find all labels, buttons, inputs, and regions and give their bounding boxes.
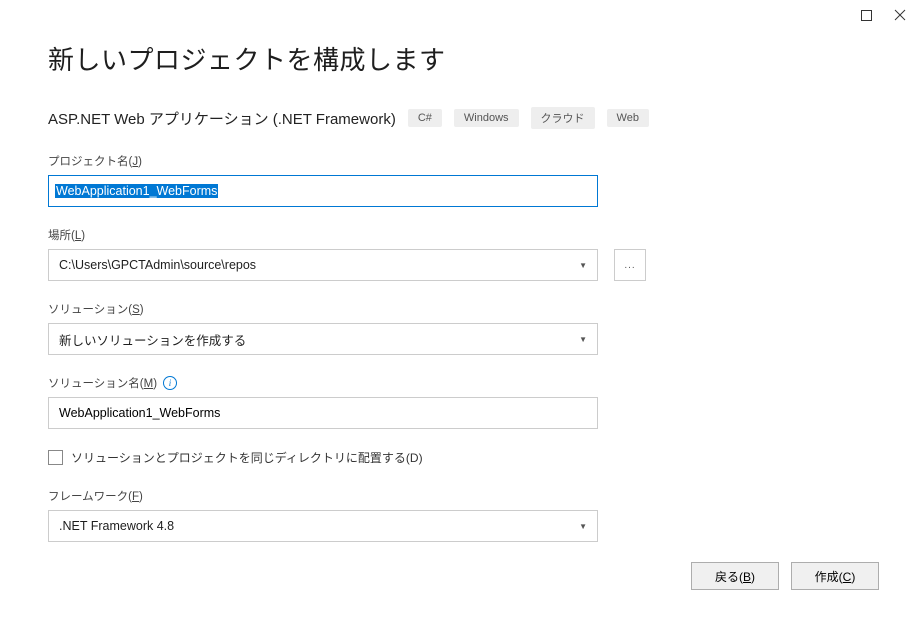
same-directory-label: ソリューションとプロジェクトを同じディレクトリに配置する(D) <box>71 449 423 466</box>
project-name-label: プロジェクト名(J) <box>48 153 871 169</box>
same-directory-checkbox[interactable] <box>48 450 63 465</box>
chevron-down-icon: ▼ <box>579 335 587 344</box>
tag-csharp: C# <box>408 109 442 127</box>
template-row: ASP.NET Web アプリケーション (.NET Framework) C#… <box>48 107 871 129</box>
solution-label: ソリューション(S) <box>48 301 871 317</box>
project-name-input[interactable]: WebApplication1_WebForms <box>48 175 598 207</box>
solution-combo[interactable]: 新しいソリューションを作成する ▼ <box>48 323 598 355</box>
solution-name-label: ソリューション名(M) i <box>48 375 871 391</box>
info-icon[interactable]: i <box>163 376 177 390</box>
framework-combo[interactable]: .NET Framework 4.8 ▼ <box>48 510 598 542</box>
location-value: C:\Users\GPCTAdmin\source\repos <box>59 258 256 272</box>
framework-label: フレームワーク(F) <box>48 488 871 504</box>
tag-cloud: クラウド <box>531 107 595 129</box>
create-button[interactable]: 作成(C) <box>791 562 879 590</box>
back-button[interactable]: 戻る(B) <box>691 562 779 590</box>
page-title: 新しいプロジェクトを構成します <box>48 40 871 77</box>
location-label: 場所(L) <box>48 227 871 243</box>
framework-value: .NET Framework 4.8 <box>59 519 174 533</box>
tag-windows: Windows <box>454 109 519 127</box>
solution-value: 新しいソリューションを作成する <box>59 330 246 349</box>
close-button[interactable] <box>893 8 907 22</box>
browse-button[interactable]: ... <box>614 249 646 281</box>
template-name: ASP.NET Web アプリケーション (.NET Framework) <box>48 108 396 129</box>
tag-web: Web <box>607 109 649 127</box>
chevron-down-icon: ▼ <box>579 261 587 270</box>
solution-name-input[interactable] <box>48 397 598 429</box>
chevron-down-icon: ▼ <box>579 522 587 531</box>
location-combo[interactable]: C:\Users\GPCTAdmin\source\repos ▼ <box>48 249 598 281</box>
maximize-button[interactable] <box>859 8 873 22</box>
